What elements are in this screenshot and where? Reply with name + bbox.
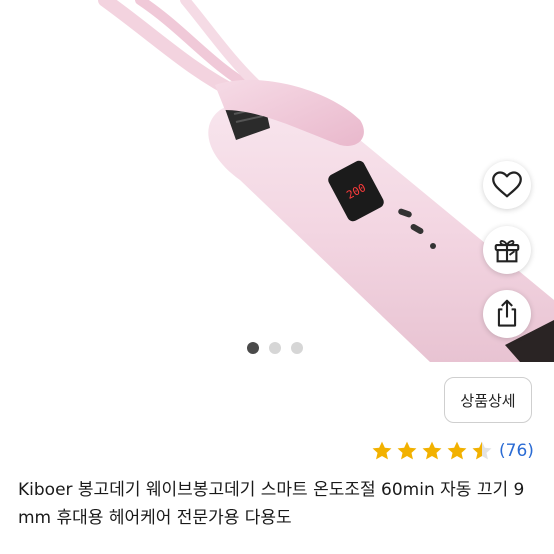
product-image-carousel[interactable]: 200 [0, 0, 554, 362]
heart-outline-icon [492, 171, 522, 198]
share-button[interactable] [483, 290, 531, 338]
carousel-dot[interactable] [291, 342, 303, 354]
star-full-icon [447, 441, 467, 460]
carousel-dot[interactable] [269, 342, 281, 354]
carousel-dot[interactable] [247, 342, 259, 354]
like-button[interactable] [483, 161, 531, 209]
star-rating [371, 440, 493, 462]
rating-summary[interactable]: (76) [371, 440, 534, 462]
star-full-icon [397, 441, 417, 460]
carousel-indicator [247, 342, 303, 354]
star-full-icon [372, 441, 392, 460]
product-title: Kiboer 봉고데기 웨이브봉고데기 스마트 온도조절 60min 자동 끄기… [18, 480, 525, 528]
product-detail-button[interactable]: 상품상세 [444, 377, 532, 423]
review-count[interactable]: (76) [499, 441, 534, 461]
gift-icon [494, 240, 520, 263]
share-icon [497, 299, 517, 327]
gift-button[interactable] [483, 226, 531, 274]
curling-iron-image: 200 [98, 0, 554, 362]
star-half-icon [472, 441, 492, 460]
star-full-icon [422, 441, 442, 460]
